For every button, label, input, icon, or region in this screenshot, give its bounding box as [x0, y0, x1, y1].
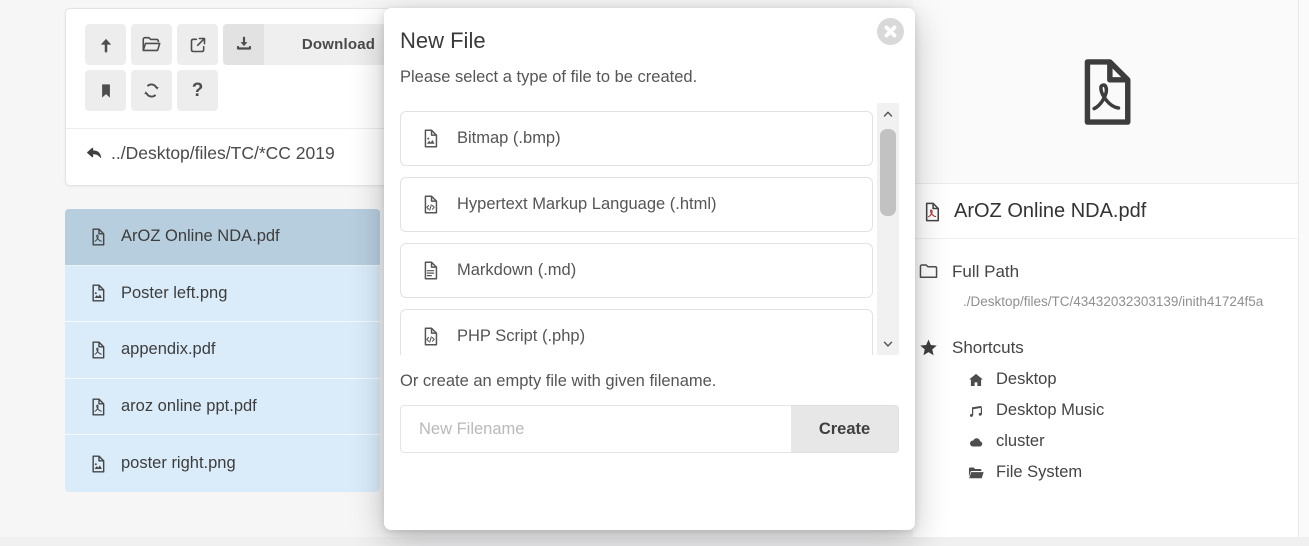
file-row[interactable]: ArOZ Online NDA.pdf: [65, 209, 380, 266]
file-pdf-icon: [88, 397, 108, 417]
bookmark-button[interactable]: [85, 70, 126, 111]
file-type-markdown[interactable]: Markdown (.md): [400, 243, 873, 298]
shortcuts-label: Shortcuts: [952, 338, 1024, 358]
file-name: aroz online ppt.pdf: [121, 397, 257, 416]
full-path-label: Full Path: [952, 262, 1019, 282]
filename-input[interactable]: [400, 405, 791, 453]
file-pdf-icon: [88, 227, 108, 247]
file-name: appendix.pdf: [121, 340, 216, 359]
folder-icon: [918, 261, 939, 282]
shortcut-desktop[interactable]: Desktop: [967, 370, 1288, 389]
file-properties: Full Path ./Desktop/files/TC/43432032303…: [913, 239, 1298, 482]
file-image-icon: [88, 283, 108, 303]
file-name: ArOZ Online NDA.pdf: [121, 227, 280, 246]
folder-open-icon: [141, 34, 162, 55]
file-code-icon: [420, 194, 441, 215]
file-type-list: Bitmap (.bmp) Hypertext Markup Language …: [400, 103, 899, 355]
file-list: ArOZ Online NDA.pdf Poster left.png appe…: [65, 209, 380, 492]
shortcut-label: cluster: [996, 432, 1045, 451]
empty-file-hint: Or create an empty file with given filen…: [400, 372, 899, 391]
file-preview: [913, 0, 1298, 184]
file-pdf-icon: [1074, 51, 1138, 133]
shortcut-label: Desktop Music: [996, 401, 1104, 420]
file-name: Poster left.png: [121, 284, 227, 303]
app-window: Download ?: [0, 0, 1309, 546]
upload-button[interactable]: [85, 24, 126, 65]
new-filename-group: Create: [400, 405, 899, 453]
scrollbar-thumb[interactable]: [880, 129, 896, 216]
file-pdf-icon: [88, 340, 108, 360]
refresh-icon: [142, 81, 161, 100]
scrollbar[interactable]: [877, 103, 899, 355]
file-row[interactable]: Poster left.png: [65, 266, 380, 323]
chevron-up-icon: [882, 109, 894, 119]
shortcut-label: File System: [996, 463, 1082, 482]
file-pdf-icon: [921, 201, 943, 223]
cloud-icon: [967, 433, 985, 451]
file-type-label: PHP Script (.php): [457, 327, 585, 346]
shortcut-file-system[interactable]: File System: [967, 463, 1288, 482]
shortcut-cluster[interactable]: cluster: [967, 432, 1288, 451]
star-icon: [918, 337, 939, 358]
file-code-icon: [420, 326, 441, 347]
arrow-up-icon: [96, 35, 116, 55]
help-button[interactable]: ?: [177, 70, 218, 111]
file-type-bitmap[interactable]: Bitmap (.bmp): [400, 111, 873, 166]
file-type-label: Bitmap (.bmp): [457, 129, 561, 148]
download-icon: [234, 35, 254, 55]
shortcuts-row: Shortcuts: [918, 337, 1288, 358]
file-type-label: Markdown (.md): [457, 261, 576, 280]
footer-strip: [0, 537, 1309, 546]
file-image-icon: [420, 128, 441, 149]
music-icon: [967, 402, 985, 420]
modal-title: New File: [400, 28, 899, 54]
refresh-button[interactable]: [131, 70, 172, 111]
share-button[interactable]: [177, 24, 218, 65]
scroll-gutter: [1298, 0, 1309, 546]
shortcut-desktop-music[interactable]: Desktop Music: [967, 401, 1288, 420]
external-link-icon: [188, 35, 208, 55]
file-row[interactable]: appendix.pdf: [65, 322, 380, 379]
file-image-icon: [88, 454, 108, 474]
create-button[interactable]: Create: [791, 405, 899, 453]
file-lines-icon: [420, 260, 441, 281]
file-type-html[interactable]: Hypertext Markup Language (.html): [400, 177, 873, 232]
scroll-up-button[interactable]: [882, 109, 894, 119]
new-file-modal: New File Please select a type of file to…: [384, 8, 915, 530]
home-icon: [967, 371, 985, 389]
open-folder-button[interactable]: [131, 24, 172, 65]
close-icon: [877, 18, 904, 45]
selected-file-heading: ArOZ Online NDA.pdf: [913, 184, 1298, 239]
scroll-down-button[interactable]: [882, 339, 894, 349]
bookmark-icon: [97, 82, 115, 100]
selected-file-name: ArOZ Online NDA.pdf: [954, 200, 1146, 223]
close-button[interactable]: [877, 18, 904, 45]
file-type-php[interactable]: PHP Script (.php): [400, 309, 873, 355]
chevron-down-icon: [882, 339, 894, 349]
full-path-row: Full Path: [918, 261, 1288, 282]
details-panel: ArOZ Online NDA.pdf Full Path ./Desktop/…: [913, 0, 1298, 546]
question-mark-icon: ?: [192, 80, 204, 102]
shortcut-label: Desktop: [996, 370, 1057, 389]
back-icon[interactable]: [85, 144, 104, 163]
modal-subtitle: Please select a type of file to be creat…: [400, 68, 899, 87]
file-row[interactable]: poster right.png: [65, 435, 380, 492]
file-row[interactable]: aroz online ppt.pdf: [65, 379, 380, 436]
file-type-label: Hypertext Markup Language (.html): [457, 195, 717, 214]
folder-open-solid-icon: [967, 464, 985, 482]
breadcrumb-path: ../Desktop/files/TC/*CC 2019: [111, 143, 335, 164]
full-path-value: ./Desktop/files/TC/43432032303139/inith4…: [963, 294, 1288, 309]
file-name: poster right.png: [121, 454, 236, 473]
